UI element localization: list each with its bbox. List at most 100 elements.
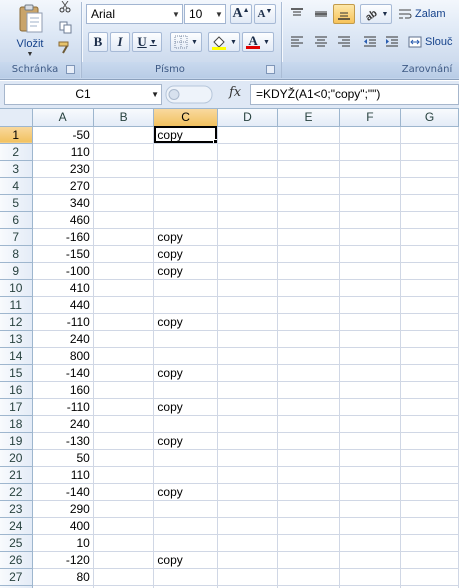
cell-a[interactable]: -110: [32, 398, 94, 416]
cell-g[interactable]: [400, 143, 459, 161]
cell-b[interactable]: [93, 500, 155, 518]
cell-b[interactable]: [93, 177, 155, 195]
row-header[interactable]: 6: [0, 211, 33, 229]
cell-d[interactable]: [217, 313, 279, 331]
cell-c[interactable]: [153, 466, 218, 484]
cell-e[interactable]: [277, 534, 340, 552]
cell-f[interactable]: [339, 177, 402, 195]
cell-d[interactable]: [217, 262, 279, 280]
cut-button[interactable]: [57, 0, 73, 14]
cell-f[interactable]: [339, 296, 402, 314]
row-header[interactable]: 17: [0, 398, 33, 416]
cell-e[interactable]: [277, 177, 340, 195]
column-header-d[interactable]: D: [217, 109, 279, 127]
cell-f[interactable]: [339, 534, 402, 552]
cell-f[interactable]: [339, 500, 402, 518]
formula-bar-separator-icon[interactable]: [165, 84, 215, 105]
cell-e[interactable]: [277, 194, 340, 212]
format-painter-button[interactable]: [57, 40, 73, 56]
cell-a[interactable]: 410: [32, 279, 94, 297]
row-header[interactable]: 21: [0, 466, 33, 484]
cell-a[interactable]: -100: [32, 262, 94, 280]
cell-c[interactable]: copy: [153, 313, 218, 331]
row-header[interactable]: 22: [0, 483, 33, 501]
font-name-combo[interactable]: Arial ▼: [86, 4, 183, 24]
select-all-corner[interactable]: [0, 109, 33, 127]
cell-f[interactable]: [339, 160, 402, 178]
cell-g[interactable]: [400, 126, 459, 144]
cell-e[interactable]: [277, 211, 340, 229]
cell-f[interactable]: [339, 483, 402, 501]
cell-d[interactable]: [217, 143, 279, 161]
cell-g[interactable]: [400, 398, 459, 416]
cell-e[interactable]: [277, 313, 340, 331]
cell-c[interactable]: [153, 381, 218, 399]
cell-d[interactable]: [217, 330, 279, 348]
cell-g[interactable]: [400, 194, 459, 212]
cell-e[interactable]: [277, 483, 340, 501]
cell-d[interactable]: [217, 347, 279, 365]
copy-button[interactable]: [57, 19, 73, 35]
cell-d[interactable]: [217, 160, 279, 178]
cell-c[interactable]: copy: [153, 245, 218, 263]
cell-d[interactable]: [217, 398, 279, 416]
chevron-down-icon[interactable]: ▼: [213, 5, 225, 23]
cell-f[interactable]: [339, 551, 402, 569]
cell-d[interactable]: [217, 517, 279, 535]
cell-c[interactable]: [153, 143, 218, 161]
cell-a[interactable]: 10: [32, 534, 94, 552]
cell-b[interactable]: [93, 347, 155, 365]
row-header[interactable]: 1: [0, 126, 33, 144]
cell-d[interactable]: [217, 126, 279, 144]
bold-button[interactable]: B: [88, 32, 108, 52]
cell-f[interactable]: [339, 143, 402, 161]
chevron-down-icon[interactable]: ▼: [151, 85, 159, 104]
cell-d[interactable]: [217, 534, 279, 552]
row-header[interactable]: 13: [0, 330, 33, 348]
row-header[interactable]: 18: [0, 415, 33, 433]
cell-a[interactable]: 110: [32, 143, 94, 161]
cell-c[interactable]: [153, 500, 218, 518]
row-header[interactable]: 25: [0, 534, 33, 552]
cell-e[interactable]: [277, 398, 340, 416]
cell-e[interactable]: [277, 364, 340, 382]
cell-b[interactable]: [93, 143, 155, 161]
align-left-button[interactable]: [286, 32, 308, 52]
cell-b[interactable]: [93, 211, 155, 229]
cell-e[interactable]: [277, 415, 340, 433]
cell-g[interactable]: [400, 347, 459, 365]
cell-g[interactable]: [400, 245, 459, 263]
borders-button[interactable]: ▼: [170, 32, 202, 52]
cell-f[interactable]: [339, 228, 402, 246]
cell-c[interactable]: [153, 415, 218, 433]
cell-b[interactable]: [93, 381, 155, 399]
cell-a[interactable]: 800: [32, 347, 94, 365]
cell-c[interactable]: [153, 330, 218, 348]
cell-c[interactable]: [153, 211, 218, 229]
increase-indent-button[interactable]: [382, 32, 402, 52]
row-header[interactable]: 15: [0, 364, 33, 382]
column-header-a[interactable]: A: [32, 109, 94, 127]
cell-a[interactable]: 230: [32, 160, 94, 178]
cell-b[interactable]: [93, 262, 155, 280]
cell-a[interactable]: 240: [32, 330, 94, 348]
cell-a[interactable]: -110: [32, 313, 94, 331]
cell-c[interactable]: copy: [153, 551, 218, 569]
row-header[interactable]: 26: [0, 551, 33, 569]
cell-f[interactable]: [339, 398, 402, 416]
cell-f[interactable]: [339, 262, 402, 280]
cell-f[interactable]: [339, 466, 402, 484]
cell-a[interactable]: 270: [32, 177, 94, 195]
cell-e[interactable]: [277, 245, 340, 263]
cell-f[interactable]: [339, 364, 402, 382]
cell-b[interactable]: [93, 296, 155, 314]
clipboard-launcher-icon[interactable]: [66, 65, 75, 74]
orientation-button[interactable]: ab ▼: [360, 4, 392, 24]
cell-a[interactable]: -130: [32, 432, 94, 450]
row-header[interactable]: 20: [0, 449, 33, 467]
row-header[interactable]: 5: [0, 194, 33, 212]
row-header[interactable]: 16: [0, 381, 33, 399]
cell-f[interactable]: [339, 211, 402, 229]
cell-a[interactable]: 290: [32, 500, 94, 518]
row-header[interactable]: 3: [0, 160, 33, 178]
